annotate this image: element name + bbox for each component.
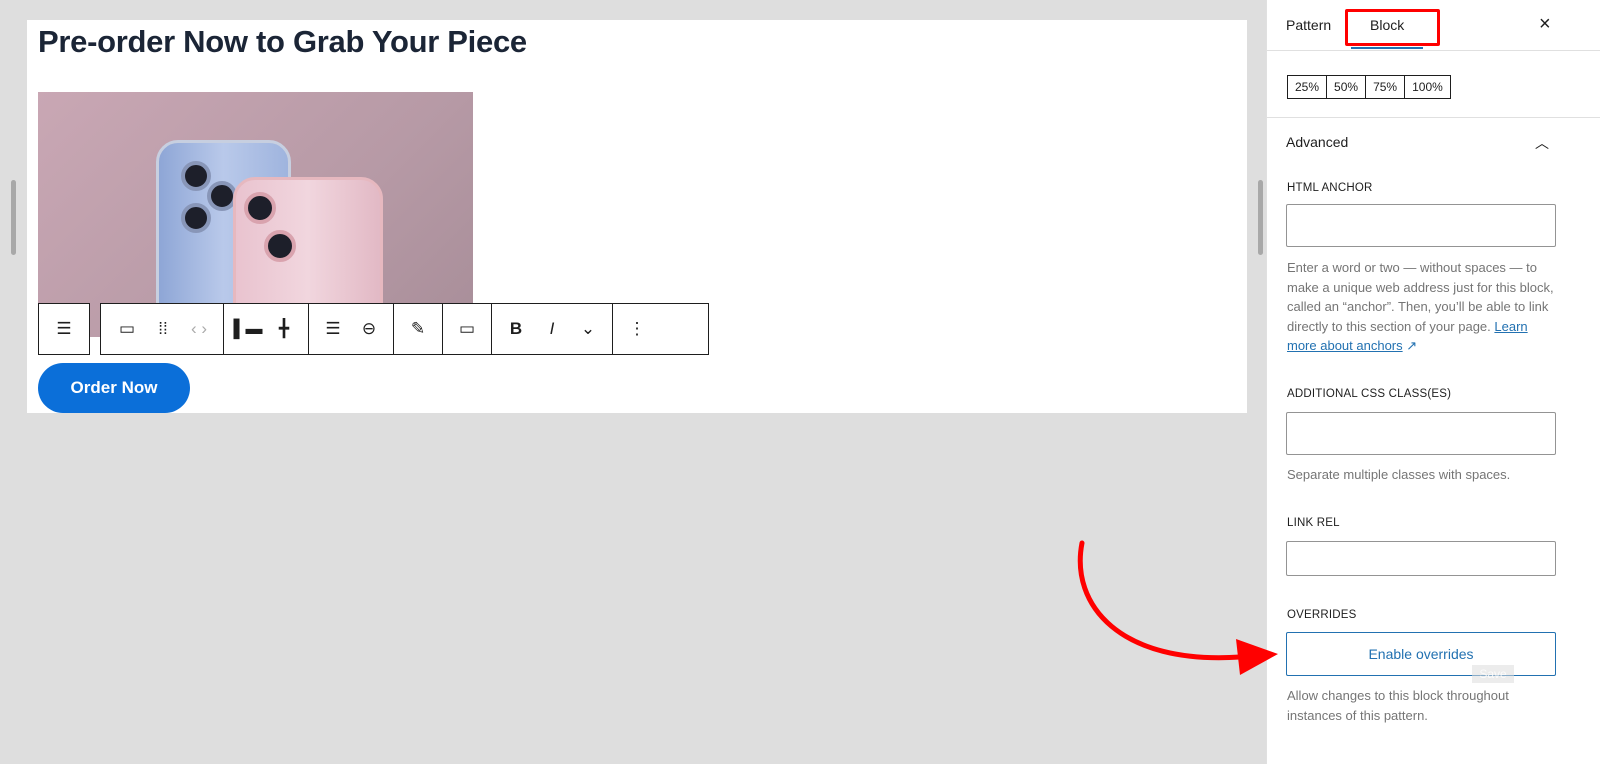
italic-icon[interactable]: I [534, 319, 570, 339]
link-icon[interactable]: ⊖ [351, 319, 387, 339]
advanced-panel-title[interactable]: Advanced [1286, 134, 1348, 150]
move-arrows-icon[interactable]: ‹ › [181, 319, 217, 339]
html-anchor-label: HTML ANCHOR [1287, 182, 1373, 194]
active-tab-indicator [1351, 47, 1423, 49]
link-rel-label: LINK REL [1287, 517, 1340, 529]
options-icon[interactable]: ⋮ [619, 319, 655, 339]
page-heading[interactable]: Pre-order Now to Grab Your Piece [38, 24, 527, 60]
drag-handle-icon[interactable]: ⁞⁞ [145, 319, 181, 339]
save-tooltip: Save [1472, 665, 1514, 683]
width-100-button[interactable]: 100% [1405, 76, 1450, 98]
css-classes-label: ADDITIONAL CSS CLASS(ES) [1287, 388, 1452, 400]
html-anchor-help: Enter a word or two — without spaces — t… [1287, 260, 1554, 353]
width-25-button[interactable]: 25% [1288, 76, 1328, 98]
annotation-highlight-box [1345, 9, 1440, 46]
highlight-icon[interactable]: ✎ [400, 319, 436, 339]
parent-block-icon: ☰ [56, 319, 72, 338]
link-rel-input[interactable] [1286, 541, 1556, 576]
align-left-icon[interactable]: ▌▬ [230, 319, 266, 339]
phone-image[interactable] [38, 92, 473, 337]
width-50-button[interactable]: 50% [1327, 76, 1367, 98]
close-icon[interactable]: × [1539, 13, 1551, 36]
css-classes-input[interactable] [1286, 412, 1556, 455]
justify-icon[interactable]: ╋ [266, 319, 302, 339]
html-anchor-input[interactable] [1286, 204, 1556, 247]
comment-icon[interactable]: ▭ [449, 319, 485, 339]
bold-icon[interactable]: B [498, 319, 534, 339]
chevron-up-icon[interactable]: ︿ [1535, 133, 1549, 153]
resize-handle-right[interactable] [1258, 180, 1263, 255]
text-align-icon[interactable]: ☰ [315, 319, 351, 339]
divider [1267, 117, 1600, 118]
enable-overrides-button[interactable]: Enable overrides [1286, 632, 1556, 676]
external-link-icon: ↗ [1406, 338, 1418, 353]
width-options: 25% 50% 75% 100% [1287, 75, 1451, 99]
order-now-button[interactable]: Order Now [38, 363, 190, 413]
resize-handle-left[interactable] [11, 180, 16, 255]
select-parent-button[interactable]: ☰ [38, 303, 90, 355]
css-classes-help: Separate multiple classes with spaces. [1287, 467, 1511, 482]
divider [1267, 50, 1600, 51]
annotation-arrow-icon [1077, 540, 1278, 675]
button-icon[interactable]: ▭ [109, 319, 145, 339]
overrides-help: Allow changes to this block throughout i… [1287, 688, 1509, 723]
width-75-button[interactable]: 75% [1366, 76, 1406, 98]
more-formats-chevron-icon[interactable]: ⌄ [570, 319, 606, 339]
tab-pattern[interactable]: Pattern [1286, 17, 1331, 33]
block-toolbar: ▭ ⁞⁞ ‹ › ▌▬ ╋ ☰ ⊖ ✎ ▭ B I ⌄ ⋮ [100, 303, 709, 355]
overrides-label: OVERRIDES [1287, 609, 1357, 621]
